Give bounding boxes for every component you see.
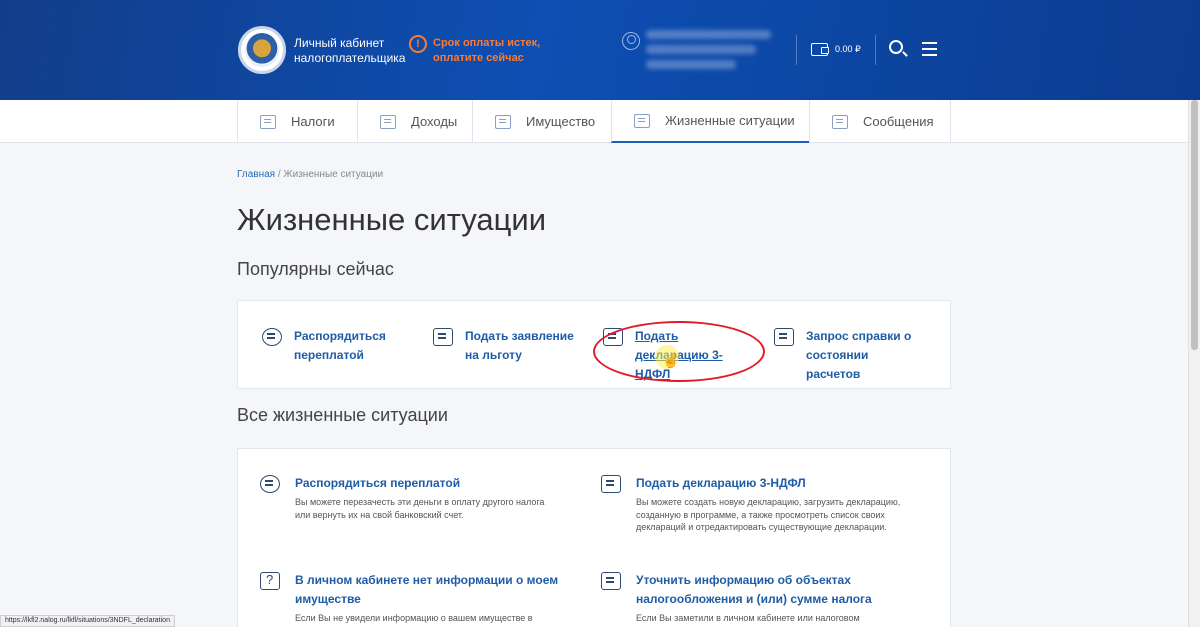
user-name-redacted-2 xyxy=(646,45,756,54)
situation-desc: Вы можете создать новую декларацию, загр… xyxy=(636,497,901,532)
tab-property[interactable]: Имущество xyxy=(472,100,611,143)
popular-item-overpayment[interactable]: Распорядиться переплатой xyxy=(262,327,402,365)
property-icon xyxy=(495,114,511,129)
breadcrumb-home[interactable]: Главная xyxy=(237,169,275,180)
tab-taxes[interactable]: Налоги xyxy=(237,100,357,143)
declaration-icon xyxy=(601,475,621,493)
popular-item-benefit[interactable]: Подать заявление на льготу xyxy=(433,327,583,365)
overpayment-icon xyxy=(260,475,280,493)
wallet-icon[interactable] xyxy=(811,43,829,56)
tab-life-situations[interactable]: Жизненные ситуации xyxy=(611,100,809,143)
certificate-icon xyxy=(774,328,794,346)
breadcrumb: Главная / Жизненные ситуации xyxy=(237,169,383,180)
tab-label: Налоги xyxy=(291,114,335,129)
popular-title: Популярны сейчас xyxy=(237,259,394,279)
user-id-redacted xyxy=(646,60,736,69)
situation-desc: Если Вы заметили в личном кабинете или н… xyxy=(636,613,860,623)
status-url: https://lkfl2.nalog.ru/lkfl/situations/3… xyxy=(0,615,175,627)
question-icon xyxy=(260,572,280,590)
messages-icon xyxy=(832,114,848,129)
situation-title[interactable]: В личном кабинете нет информации о моем … xyxy=(295,571,560,609)
income-icon xyxy=(380,114,396,129)
situation-title[interactable]: Распорядиться переплатой xyxy=(295,474,560,493)
situation-no-property[interactable]: В личном кабинете нет информации о моем … xyxy=(260,571,560,625)
popular-item-certificate[interactable]: Запрос справки о состоянии расчетов xyxy=(774,327,924,384)
situation-desc: Если Вы не увидели информацию о вашем им… xyxy=(295,613,533,623)
popular-label: Подать заявление на льготу xyxy=(465,329,574,362)
situation-title[interactable]: Уточнить информацию об объектах налогооб… xyxy=(636,571,901,609)
app-title[interactable]: Личный кабинет налогоплательщика xyxy=(294,36,414,66)
payment-warning[interactable]: Срок оплаты истек, оплатите сейчас xyxy=(433,36,553,66)
popular-label: Запрос справки о состоянии расчетов xyxy=(806,329,912,381)
divider xyxy=(796,35,797,65)
tax-icon xyxy=(260,114,276,129)
balance-amount[interactable]: 0.00 ₽ xyxy=(835,44,861,55)
top-header: Личный кабинет налогоплательщика ! Срок … xyxy=(0,0,1200,100)
benefit-icon xyxy=(433,328,453,346)
search-icon[interactable] xyxy=(889,40,903,54)
all-title: Все жизненные ситуации xyxy=(237,405,448,425)
divider xyxy=(875,35,876,65)
situation-3ndfl[interactable]: Подать декларацию 3-НДФЛ Вы можете созда… xyxy=(601,474,901,534)
popular-label: Распорядиться переплатой xyxy=(294,329,386,362)
situation-title[interactable]: Подать декларацию 3-НДФЛ xyxy=(636,474,901,493)
fns-logo[interactable] xyxy=(238,26,286,74)
tab-income[interactable]: Доходы xyxy=(357,100,472,143)
tab-messages[interactable]: Сообщения xyxy=(809,100,951,143)
life-situations-icon xyxy=(634,113,650,128)
user-name-redacted[interactable] xyxy=(646,30,771,39)
situation-desc: Вы можете перезачесть эти деньги в оплат… xyxy=(295,497,545,520)
hand-cursor-icon: ☝ xyxy=(662,352,680,368)
overpayment-icon xyxy=(262,328,282,346)
tab-label: Жизненные ситуации xyxy=(665,113,795,128)
scroll-thumb[interactable] xyxy=(1191,100,1198,350)
main-nav: Налоги Доходы Имущество Жизненные ситуац… xyxy=(0,100,1200,143)
emblem-icon xyxy=(245,33,279,67)
tab-label: Имущество xyxy=(526,114,596,129)
tab-label: Сообщения xyxy=(863,114,934,129)
menu-icon[interactable] xyxy=(922,42,937,56)
page-title: Жизненные ситуации xyxy=(237,202,547,237)
warning-icon: ! xyxy=(409,35,427,53)
user-icon[interactable] xyxy=(622,32,640,50)
vertical-scrollbar[interactable] xyxy=(1188,100,1200,627)
tab-label: Доходы xyxy=(411,114,458,129)
situation-clarify[interactable]: Уточнить информацию об объектах налогооб… xyxy=(601,571,901,625)
clarify-icon xyxy=(601,572,621,590)
situation-overpayment[interactable]: Распорядиться переплатой Вы можете перез… xyxy=(260,474,560,521)
breadcrumb-current: Жизненные ситуации xyxy=(283,169,384,180)
